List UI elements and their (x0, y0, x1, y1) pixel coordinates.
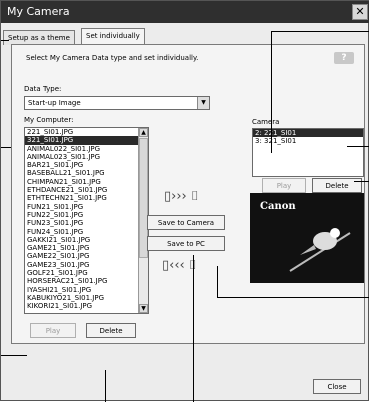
list-item[interactable]: ANIMAL023_SI01.JPG (25, 153, 148, 161)
callout-line (271, 31, 369, 32)
data-type-value: Start-up Image (28, 99, 81, 107)
tab-set-individually[interactable]: Set individually (81, 28, 145, 45)
list-item[interactable]: 221_SI01.JPG (25, 128, 148, 136)
scroll-up-icon[interactable]: ▲ (139, 128, 148, 137)
camera-play-button[interactable]: Play (262, 178, 306, 193)
list-item[interactable]: GAME22_SI01.JPG (25, 252, 148, 260)
camera-list[interactable]: 2: 221_SI01 3: 321_SI01 (252, 128, 364, 177)
callout-line (217, 297, 369, 298)
callout-line (347, 146, 369, 147)
list-item[interactable]: FUN21_SI01.JPG (25, 203, 148, 211)
camera-to-computer-icon: ▯‹‹‹ ⌷ (162, 258, 197, 273)
camera-label: Camera (252, 118, 280, 126)
list-item[interactable]: IYASHI21_SI01.JPG (25, 286, 148, 294)
list-item[interactable]: ANIMAL022_SI01.JPG (25, 145, 148, 153)
list-item[interactable]: CHIMPAN21_SI01.JPG (25, 178, 148, 186)
my-camera-window: My Camera ✕ Setup as a theme Set individ… (0, 0, 369, 402)
bird-photo (289, 228, 351, 272)
data-type-select[interactable]: Start-up Image ▼ (24, 96, 210, 110)
list-item[interactable]: BASEBALL21_SI01.JPG (25, 169, 148, 177)
list-item[interactable]: ETHTECHN21_SI01.JPG (25, 194, 148, 202)
list-item[interactable]: ETHDANCE21_SI01.JPG (25, 186, 148, 194)
camera-preview-image: Canon (250, 193, 364, 283)
chevron-down-icon[interactable]: ▼ (197, 97, 209, 109)
tab-label: Setup as a theme (8, 34, 70, 42)
list-item[interactable]: FUN23_SI01.JPG (25, 219, 148, 227)
close-button[interactable]: Close (313, 379, 361, 394)
my-computer-list[interactable]: 221_SI01.JPG 321_SI01.JPG ANIMAL022_SI01.J… (24, 127, 149, 314)
list-item[interactable]: HORSERAC21_SI01.JPG (25, 277, 148, 285)
list-item[interactable]: 321_SI01.JPG (25, 136, 148, 145)
callout-line (354, 181, 369, 182)
title-bar[interactable]: My Camera ✕ (1, 1, 369, 23)
save-to-pc-button[interactable]: Save to PC (147, 236, 225, 251)
computer-to-camera-icon: ▯››› ⌷ (164, 189, 199, 204)
data-type-label: Data Type: (24, 85, 62, 93)
window-title: My Camera (7, 5, 70, 18)
list-item[interactable]: GAKKI21_SI01.JPG (25, 236, 148, 244)
list-item[interactable]: 2: 221_SI01 (253, 129, 363, 138)
callout-line (271, 31, 272, 153)
close-icon[interactable]: ✕ (352, 4, 368, 20)
tab-label: Set individually (86, 32, 140, 40)
list-item[interactable]: 3: 321_SI01 (253, 137, 363, 145)
callout-line (1, 147, 11, 148)
tab-setup-as-theme[interactable]: Setup as a theme (3, 30, 75, 45)
pc-delete-button[interactable]: Delete (86, 323, 136, 338)
list-item[interactable]: KIKORI21_SI01.JPG (25, 302, 148, 310)
callout-line (105, 370, 106, 402)
list-item[interactable]: FUN24_SI01.JPG (25, 228, 148, 236)
save-to-camera-button[interactable]: Save to Camera (147, 215, 225, 230)
callout-line (193, 255, 194, 402)
list-item[interactable]: KABUKIYO21_SI01.JPG (25, 294, 148, 302)
callout-line (217, 266, 218, 297)
my-computer-label: My Computer: (24, 116, 74, 124)
callout-line (1, 40, 9, 41)
list-item[interactable]: GOLF21_SI01.JPG (25, 269, 148, 277)
callout-line (1, 355, 27, 356)
instruction-text: Select My Camera Data type and set indiv… (26, 54, 199, 62)
list-item[interactable]: FUN22_SI01.JPG (25, 211, 148, 219)
list-item[interactable]: BAR21_SI01.JPG (25, 161, 148, 169)
pc-play-button[interactable]: Play (30, 323, 76, 338)
list-item[interactable]: GAME21_SI01.JPG (25, 244, 148, 252)
help-button[interactable]: ? (334, 52, 354, 64)
list-item[interactable]: GAME23_SI01.JPG (25, 261, 148, 269)
settings-panel: Select My Camera Data type and set indiv… (11, 44, 365, 344)
scroll-down-icon[interactable]: ▼ (139, 304, 148, 313)
